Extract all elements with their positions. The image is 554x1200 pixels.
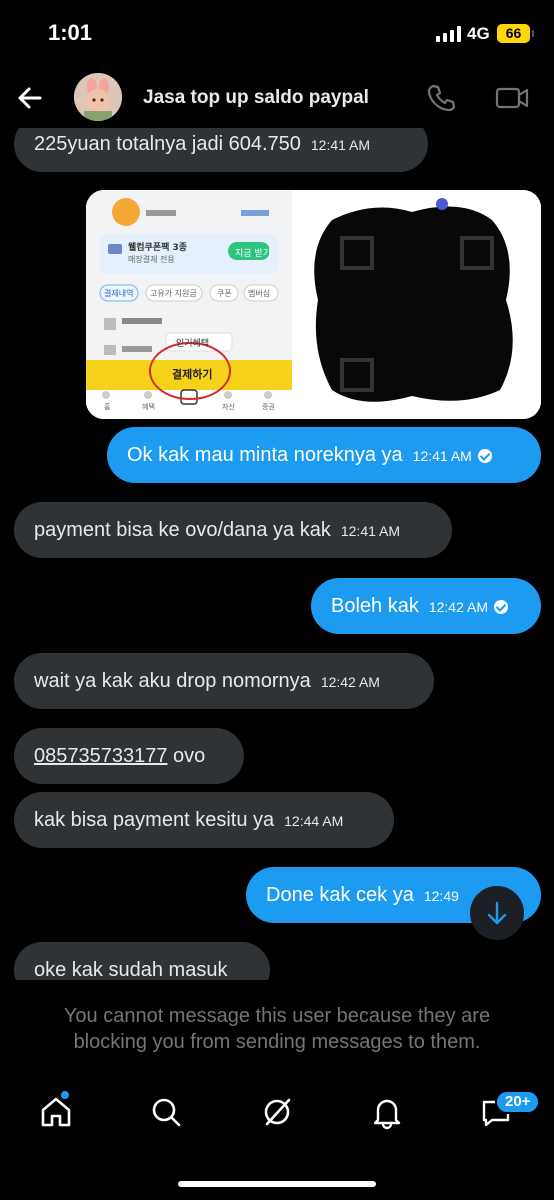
pay-button-label: 결제하기	[172, 368, 213, 381]
chat-title[interactable]: Jasa top up saldo paypal	[143, 87, 369, 109]
phone-number-link[interactable]: 085735733177	[34, 745, 167, 767]
coupon-title: 웰컴쿠폰팩 3종	[128, 243, 188, 253]
message-list[interactable]: 225yuan totalnya jadi 604.750 12:41 AM 웰…	[0, 128, 554, 980]
screenshot-image: 웰컴쿠폰팩 3종 매장결제 전용 지금 받기 결제내역 고유가 지원금 쿠폰 멤…	[86, 190, 292, 419]
chip: 쿠폰	[217, 289, 232, 298]
chip: 결제내역	[104, 289, 134, 298]
bottom-nav: 20+	[0, 1080, 554, 1150]
coupon-subtitle: 매장결제 전용	[128, 255, 175, 264]
tab-label: 자산	[222, 403, 235, 411]
message-incoming[interactable]: wait ya kak aku drop nomornya 12:42 AM	[14, 653, 434, 709]
phone-call-icon[interactable]	[425, 82, 457, 114]
coupon-button: 지금 받기	[235, 249, 271, 259]
arrow-down-icon	[487, 901, 507, 925]
tab-label: 증권	[262, 403, 275, 411]
status-time: 1:01	[48, 20, 93, 45]
chat-header: Jasa top up saldo paypal	[0, 70, 554, 128]
tab-label: 혜택	[142, 403, 155, 411]
back-arrow-icon[interactable]	[14, 82, 46, 114]
message-text: Ok kak mau minta noreknya ya	[127, 444, 403, 466]
network-label: 4G	[467, 24, 490, 43]
message-text: wait ya kak aku drop nomornya	[34, 670, 311, 692]
message-time: 12:41 AM	[412, 448, 472, 464]
message-outgoing[interactable]: Ok kak mau minta noreknya ya 12:41 AM	[107, 427, 541, 483]
message-text: Done kak cek ya	[266, 884, 414, 906]
bell-icon[interactable]	[369, 1094, 405, 1130]
notification-dot	[61, 1091, 69, 1099]
signal-icon	[436, 26, 462, 42]
messages-badge: 20+	[495, 1090, 541, 1114]
message-outgoing[interactable]: Boleh kak 12:42 AM	[311, 578, 541, 634]
video-call-icon[interactable]	[494, 82, 530, 114]
status-bar: 1:01 4G 66	[0, 0, 554, 70]
chip: 고유가 지원금	[150, 289, 197, 298]
message-incoming[interactable]: payment bisa ke ovo/dana ya kak 12:41 AM	[14, 502, 452, 558]
scroll-to-bottom-button[interactable]	[470, 886, 524, 940]
message-time: 12:42 AM	[428, 599, 488, 615]
message-text: payment bisa ke ovo/dana ya kak	[34, 519, 331, 541]
message-text: kak bisa payment kesitu ya	[34, 809, 275, 831]
tab-label: 홈	[104, 403, 111, 411]
grok-icon[interactable]	[259, 1094, 295, 1130]
home-indicator	[178, 1181, 376, 1187]
message-text: ovo	[167, 745, 206, 767]
battery-icon: 66	[497, 24, 534, 43]
read-check-icon	[494, 600, 508, 614]
message-time: 12:49	[423, 888, 459, 904]
message-incoming[interactable]: 225yuan totalnya jadi 604.750 12:41 AM	[14, 128, 428, 172]
message-text: Boleh kak	[331, 595, 419, 617]
message-incoming[interactable]: kak bisa payment kesitu ya 12:44 AM	[14, 792, 394, 848]
message-time: 12:41 AM	[310, 137, 371, 153]
message-time: 12:42 AM	[320, 674, 380, 690]
search-icon[interactable]	[148, 1094, 184, 1130]
message-time: 12:44 AM	[284, 813, 344, 829]
message-text: oke kak sudah masuk	[34, 959, 228, 980]
message-incoming[interactable]: oke kak sudah masuk	[14, 942, 270, 980]
blocked-notice: You cannot message this user because the…	[63, 1005, 491, 1053]
qr-code-image	[292, 190, 541, 419]
image-attachment[interactable]: 웰컴쿠폰팩 3종 매장결제 전용 지금 받기 결제내역 고유가 지원금 쿠폰 멤…	[86, 190, 541, 419]
avatar[interactable]	[74, 73, 122, 121]
dropdown-label: 인기혜택	[176, 339, 210, 349]
message-time: 12:41 AM	[340, 523, 401, 539]
chip: 멤버십	[248, 289, 271, 298]
home-icon[interactable]	[38, 1094, 74, 1130]
message-incoming[interactable]: 085735733177 ovo	[14, 728, 244, 784]
read-check-icon	[477, 449, 492, 463]
message-text: 225yuan totalnya jadi 604.750	[34, 133, 301, 155]
